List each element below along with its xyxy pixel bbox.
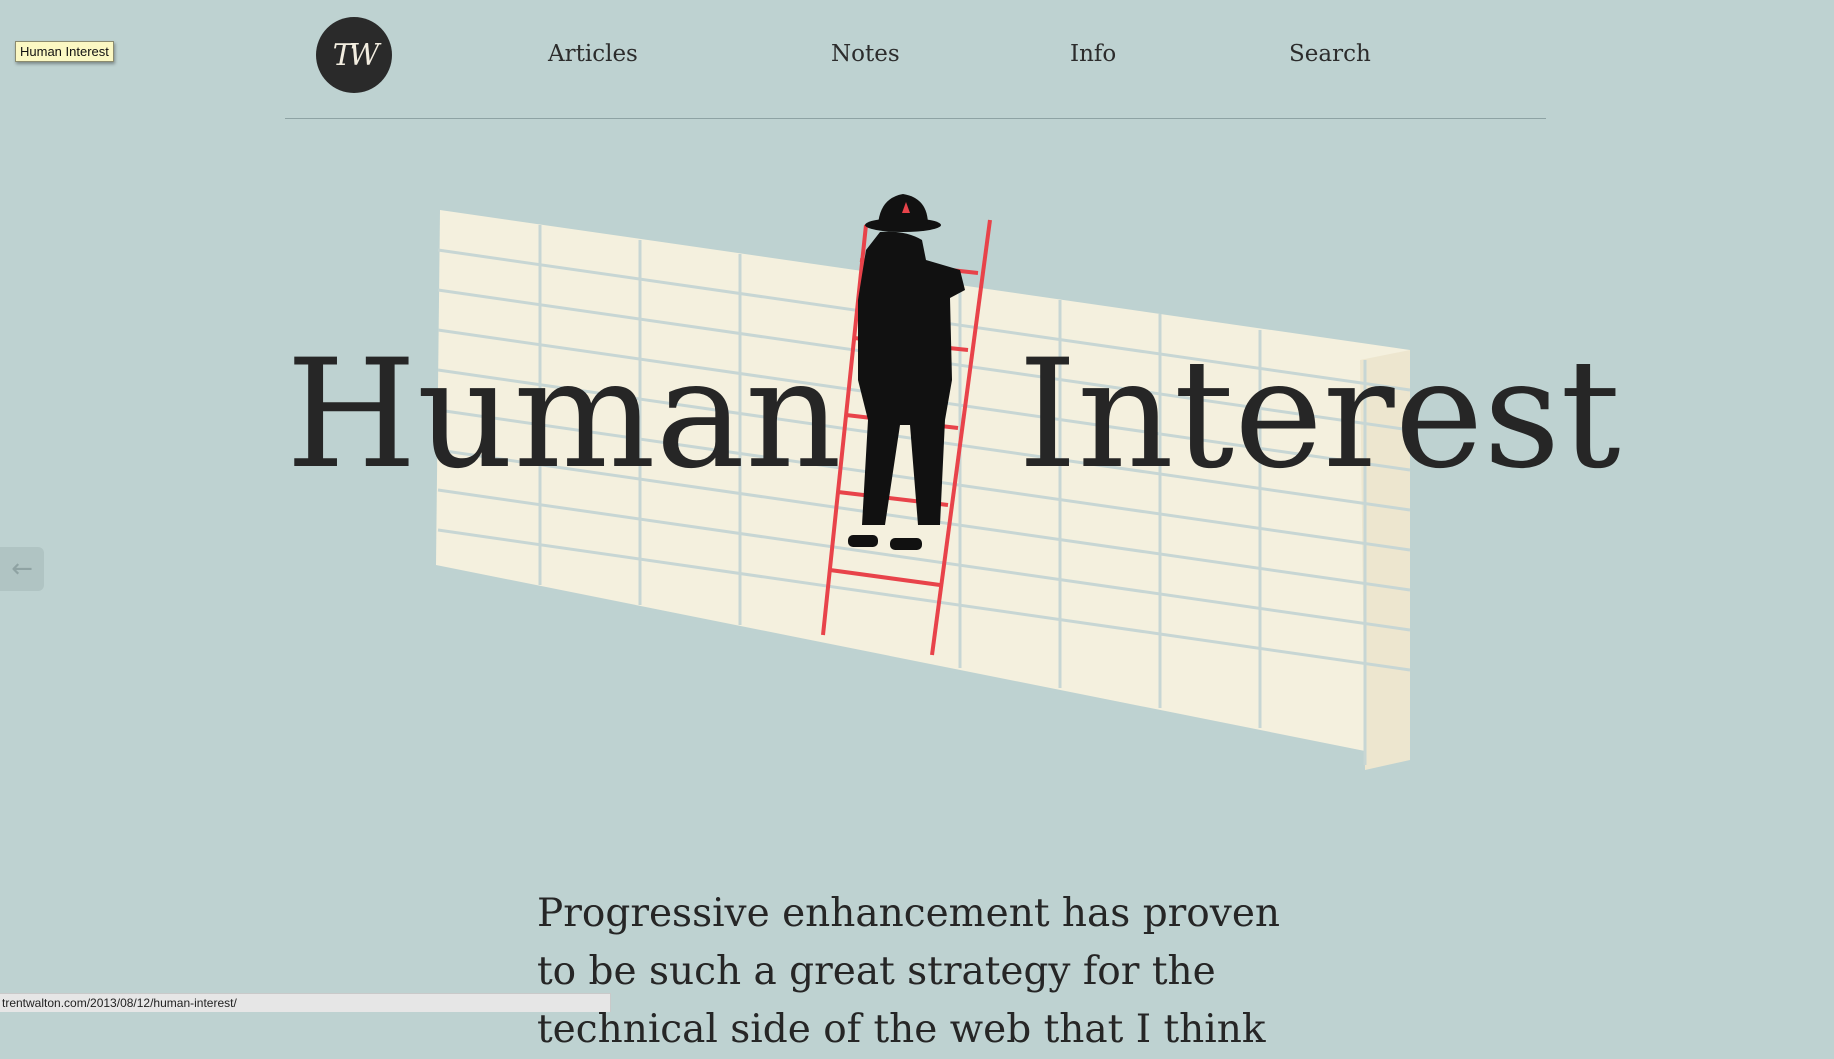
nav-search[interactable]: Search (1289, 41, 1371, 67)
site-header: TW Articles Notes Info Search (285, 0, 1546, 119)
nav-notes[interactable]: Notes (831, 41, 900, 67)
arrow-left-icon: ← (11, 554, 33, 584)
hero-title-left: Human (286, 328, 842, 502)
hero-illustration: Human Interest (0, 180, 1834, 780)
intro-paragraph: Progressive enhancement has proven to be… (537, 891, 1281, 1052)
back-button[interactable]: ← (0, 547, 44, 591)
logo-monogram: TW (332, 37, 380, 73)
status-bar-url: trentwalton.com/2013/08/12/human-interes… (0, 993, 611, 1012)
tooltip: Human Interest (15, 41, 114, 62)
hero-title-right: Interest (1018, 328, 1621, 502)
nav-info[interactable]: Info (1070, 41, 1116, 67)
site-logo[interactable]: TW (316, 17, 392, 93)
nav-articles[interactable]: Articles (548, 41, 638, 67)
